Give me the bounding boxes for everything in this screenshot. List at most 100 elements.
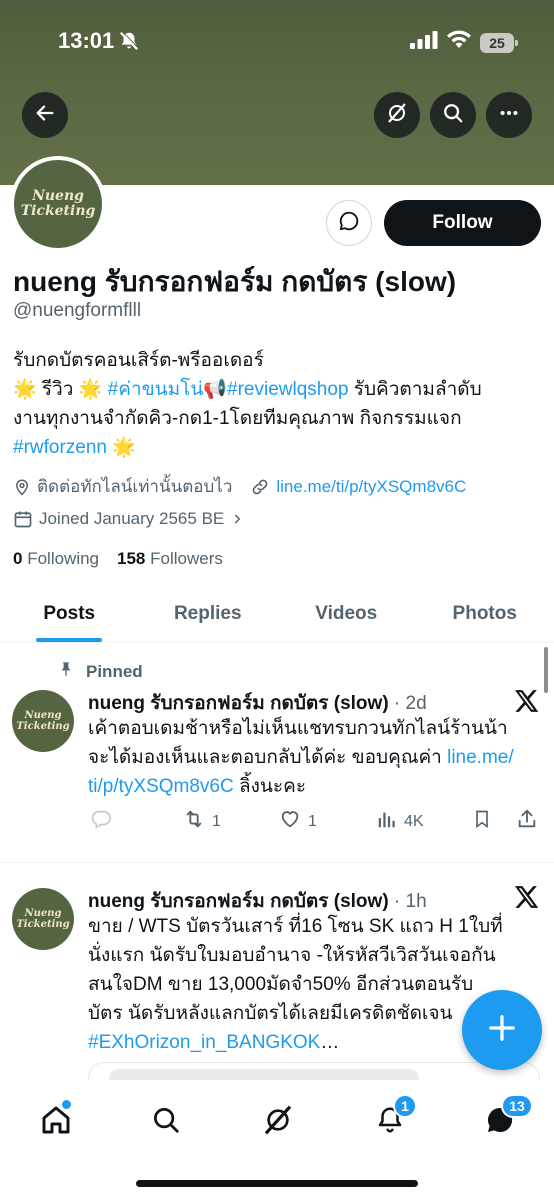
bio-text: 🌟 รีวิว 🌟: [13, 379, 108, 400]
messages-badge: 13: [501, 1094, 533, 1118]
tweet-link[interactable]: line.me/: [447, 747, 514, 768]
share-icon: [516, 808, 538, 835]
calendar-icon: [13, 509, 33, 529]
bio-line: 🌟 รีวิว 🌟 #ค่าขนมโน่📢#reviewlqshop รับคิ…: [13, 375, 545, 404]
bio-line: งานทุกงานจำกัดคิว-กด1-1โดยทีมคุณภาพ กิจก…: [13, 408, 462, 429]
grok-button[interactable]: [374, 92, 420, 138]
tweet-line: ti/p/tyXSQm8v6C ลิ้งนะคะ: [88, 772, 540, 801]
tab-videos[interactable]: Videos: [277, 585, 416, 642]
tab-photos[interactable]: Photos: [416, 585, 554, 642]
like-button[interactable]: 1: [278, 808, 317, 835]
divider: [0, 862, 554, 863]
tweet-time[interactable]: · 2d: [389, 693, 427, 714]
bookmark-button[interactable]: [472, 808, 492, 835]
tweet-line: สนใจDM ขาย 13,000มัดจำ50% อีกส่วนตอนรับ: [88, 974, 474, 995]
tweet-time[interactable]: · 1h: [389, 891, 427, 912]
reply-icon: [90, 808, 112, 835]
tweet-line: เค้าตอบเดมช้าหรือไม่เห็นแชทรบกวนทักไลน์ร…: [88, 718, 508, 739]
pinned-label: Pinned: [86, 661, 143, 681]
status-bar: 13:01 25: [0, 0, 554, 80]
bio-text: รับคิวตามลำดับ: [348, 379, 482, 400]
like-count: 1: [308, 812, 317, 830]
tweet-author-name[interactable]: nueng รับกรอกฟอร์ม กดบัตร (slow): [88, 693, 389, 714]
logo-line1: Nueng: [24, 908, 62, 919]
compose-button[interactable]: [462, 990, 542, 1070]
tab-replies[interactable]: Replies: [139, 585, 278, 642]
hashtag-link[interactable]: #reviewlqshop: [227, 379, 348, 400]
link-icon: [250, 477, 270, 497]
tweet-line: จะได้มองเห็นและตอบกลับได้ค่ะ ขอบคุณค่า l…: [88, 743, 540, 772]
followers-link[interactable]: 158 Followers: [117, 549, 223, 569]
heart-icon: [278, 808, 302, 835]
views-chart-icon: [376, 808, 398, 835]
bio: รับกดบัตรคอนเสิร์ต-พรีออเดอร์ 🌟 รีวิว 🌟 …: [13, 346, 545, 462]
tweet-actions: 1 1 4K: [88, 808, 540, 838]
pinned-indicator: Pinned: [58, 660, 143, 683]
display-name: nueng รับกรอกฟอร์ม กดบัตร (slow): [13, 266, 457, 297]
logo-line1: Nueng: [24, 710, 62, 721]
views-button[interactable]: 4K: [376, 808, 424, 835]
bell-off-icon: [118, 30, 140, 57]
profile-avatar[interactable]: Nueng Ticketing: [10, 156, 106, 252]
wifi-icon: [446, 30, 472, 55]
profile-tabs: Posts Replies Videos Photos: [0, 585, 554, 643]
tweet-text-part: ลิ้งนะคะ: [233, 776, 307, 797]
location-text: ติดต่อทักไลน์เท่านั้นตอบไว: [37, 477, 233, 496]
logo-line2: Ticketing: [20, 203, 96, 219]
message-button[interactable]: [326, 200, 372, 246]
search-button[interactable]: [430, 92, 476, 138]
more-button[interactable]: [486, 92, 532, 138]
notifications-badge: 1: [393, 1094, 417, 1118]
back-button[interactable]: [22, 92, 68, 138]
followers-count: 158: [117, 549, 146, 568]
scrollbar[interactable]: [544, 647, 548, 693]
reply-button[interactable]: [90, 808, 112, 835]
nav-explore[interactable]: [146, 1102, 186, 1142]
joined-row[interactable]: Joined January 2565 BE: [13, 509, 250, 529]
home-new-indicator: [62, 1100, 71, 1109]
pin-icon: [58, 660, 74, 683]
website-link[interactable]: line.me/ti/p/tyXSQm8v6C: [276, 477, 466, 497]
hashtag-link[interactable]: #rwforzenn: [13, 437, 107, 458]
status-time: 13:01: [58, 28, 115, 53]
following-link[interactable]: 0 Following: [13, 549, 99, 569]
following-label: Following: [27, 549, 100, 568]
location-pin-icon: [13, 477, 31, 497]
tab-posts[interactable]: Posts: [0, 585, 139, 642]
retweet-button[interactable]: 1: [182, 808, 221, 835]
tweet-text-part: …: [320, 1032, 340, 1053]
joined-text: Joined January 2565 BE: [39, 509, 225, 528]
battery-indicator: 25: [480, 32, 518, 53]
views-count: 4K: [404, 812, 424, 830]
follow-counts: 0 Following 158 Followers: [13, 549, 223, 569]
bio-line: #rwforzenn 🌟: [13, 433, 545, 462]
hashtag-link[interactable]: #ค่าขนมโน่: [108, 379, 204, 400]
tweet-text-part: จะได้มองเห็นและตอบกลับได้ค่ะ ขอบคุณค่า: [88, 747, 448, 768]
nav-home[interactable]: [36, 1102, 76, 1142]
bio-text: 🌟: [107, 437, 136, 458]
bio-line: รับกดบัตรคอนเสิร์ต-พรีออเดอร์: [13, 350, 264, 371]
plus-icon: [487, 1013, 517, 1048]
chevron-right-icon: [230, 512, 244, 526]
more-dots-icon: [498, 102, 520, 129]
home-indicator: [136, 1180, 418, 1187]
tweet-link[interactable]: ti/p/tyXSQm8v6C: [88, 776, 234, 797]
logo-line2: Ticketing: [16, 919, 70, 930]
tweet-avatar[interactable]: Nueng Ticketing: [12, 888, 74, 950]
tweet-author-name[interactable]: nueng รับกรอกฟอร์ม กดบัตร (slow): [88, 891, 389, 912]
arrow-left-icon: [34, 102, 56, 129]
retweet-count: 1: [212, 812, 221, 830]
nav-grok[interactable]: [258, 1102, 298, 1142]
grok-icon: [385, 101, 409, 130]
share-button[interactable]: [516, 808, 538, 835]
retweet-icon: [182, 808, 206, 835]
tweet-text[interactable]: เค้าตอบเดมช้าหรือไม่เห็นแชทรบกวนทักไลน์ร…: [88, 714, 540, 801]
tweet-avatar[interactable]: Nueng Ticketing: [12, 690, 74, 752]
hashtag-link[interactable]: #EXhOrizon_in_BANGKOK: [88, 1032, 320, 1053]
signal-icon: [410, 31, 438, 54]
follow-button[interactable]: Follow: [384, 200, 541, 246]
handle: @nuengformflll: [13, 300, 142, 321]
bio-text: 📢: [203, 379, 228, 400]
search-icon: [442, 102, 464, 129]
grok-icon: [262, 1104, 294, 1141]
